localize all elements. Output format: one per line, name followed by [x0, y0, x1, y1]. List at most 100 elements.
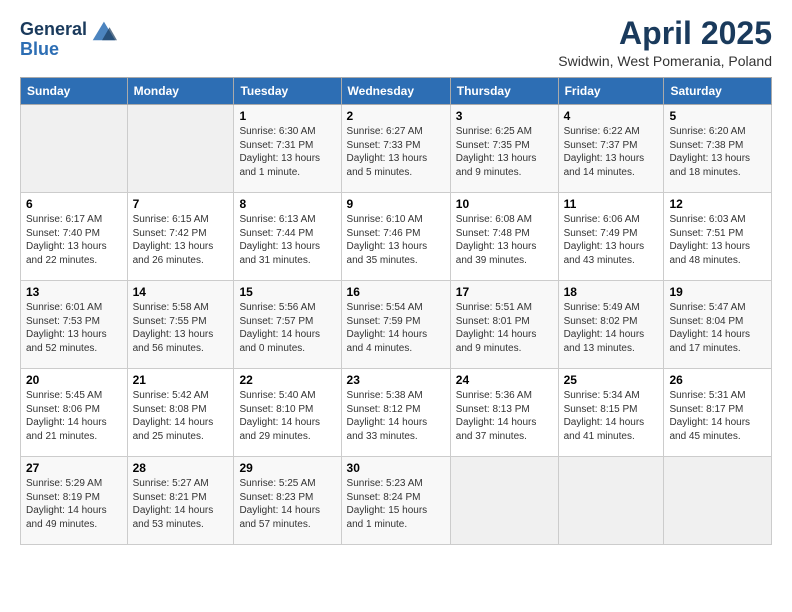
calendar-week-row: 20Sunrise: 5:45 AM Sunset: 8:06 PM Dayli…	[21, 369, 772, 457]
day-number: 1	[239, 109, 335, 123]
calendar-cell: 21 Sunrise: 5:42 AM Sunset: 8:08 PM Dayli…	[127, 369, 234, 457]
calendar-cell: 13 Sunrise: 6:01 AM Sunset: 7:53 PM Dayli…	[21, 281, 128, 369]
day-info: Sunrise: 5:25 AM Sunset: 8:23 PM Dayligh…	[239, 477, 335, 531]
weekday-header-tuesday: Tuesday	[234, 78, 341, 105]
day-number: 29	[239, 461, 335, 475]
weekday-header-monday: Monday	[127, 78, 234, 105]
day-info: Sunrise: 6:17 AM Sunset: 7:40 PM Dayligh…	[26, 213, 122, 267]
day-number: 19	[669, 285, 766, 299]
day-number: 4	[564, 109, 659, 123]
weekday-header-thursday: Thursday	[450, 78, 558, 105]
calendar-cell: 14 Sunrise: 5:58 AM Sunset: 7:55 PM Dayli…	[127, 281, 234, 369]
calendar-cell: 6Sunrise: 6:17 AM Sunset: 7:40 PM Daylig…	[21, 193, 128, 281]
day-info: Sunrise: 5:27 AM Sunset: 8:21 PM Dayligh…	[133, 477, 229, 531]
day-number: 21	[133, 373, 229, 387]
day-number: 11	[564, 197, 659, 211]
day-info: Sunrise: 6:27 AM Sunset: 7:33 PM Dayligh…	[347, 125, 445, 179]
day-info: Sunrise: 5:40 AM Sunset: 8:10 PM Dayligh…	[239, 389, 335, 443]
calendar-week-row: 27 Sunrise: 5:29 AM Sunset: 8:19 PM Dayli…	[21, 457, 772, 545]
calendar-cell	[21, 105, 128, 193]
calendar-cell: 4 Sunrise: 6:22 AM Sunset: 7:37 PM Daylig…	[558, 105, 664, 193]
day-number: 27	[26, 461, 122, 475]
day-info: Sunrise: 6:22 AM Sunset: 7:37 PM Dayligh…	[564, 125, 659, 179]
title-area: April 2025 Swidwin, West Pomerania, Pola…	[558, 16, 772, 69]
main-title: April 2025	[558, 16, 772, 51]
calendar-cell	[558, 457, 664, 545]
calendar-cell: 23 Sunrise: 5:38 AM Sunset: 8:12 PM Dayli…	[341, 369, 450, 457]
day-info: Sunrise: 6:01 AM Sunset: 7:53 PM Dayligh…	[26, 301, 122, 355]
calendar-cell: 29 Sunrise: 5:25 AM Sunset: 8:23 PM Dayli…	[234, 457, 341, 545]
calendar-cell: 11 Sunrise: 6:06 AM Sunset: 7:49 PM Dayli…	[558, 193, 664, 281]
logo-text: General	[20, 20, 87, 40]
calendar-cell: 16 Sunrise: 5:54 AM Sunset: 7:59 PM Dayli…	[341, 281, 450, 369]
day-info: Sunrise: 5:58 AM Sunset: 7:55 PM Dayligh…	[133, 301, 229, 355]
day-number: 28	[133, 461, 229, 475]
calendar-cell: 7Sunrise: 6:15 AM Sunset: 7:42 PM Daylig…	[127, 193, 234, 281]
day-info: Sunrise: 6:15 AM Sunset: 7:42 PM Dayligh…	[133, 213, 229, 267]
calendar-cell: 25Sunrise: 5:34 AM Sunset: 8:15 PM Dayli…	[558, 369, 664, 457]
day-info: Sunrise: 6:08 AM Sunset: 7:48 PM Dayligh…	[456, 213, 553, 267]
calendar-table: SundayMondayTuesdayWednesdayThursdayFrid…	[20, 77, 772, 545]
day-info: Sunrise: 5:29 AM Sunset: 8:19 PM Dayligh…	[26, 477, 122, 531]
logo-blue: Blue	[20, 40, 59, 60]
calendar-cell: 9Sunrise: 6:10 AM Sunset: 7:46 PM Daylig…	[341, 193, 450, 281]
day-number: 8	[239, 197, 335, 211]
calendar-cell: 2 Sunrise: 6:27 AM Sunset: 7:33 PM Daylig…	[341, 105, 450, 193]
calendar-cell: 10 Sunrise: 6:08 AM Sunset: 7:48 PM Dayli…	[450, 193, 558, 281]
calendar-week-row: 1 Sunrise: 6:30 AM Sunset: 7:31 PM Daylig…	[21, 105, 772, 193]
day-info: Sunrise: 6:20 AM Sunset: 7:38 PM Dayligh…	[669, 125, 766, 179]
calendar-cell: 17Sunrise: 5:51 AM Sunset: 8:01 PM Dayli…	[450, 281, 558, 369]
logo: General Blue	[20, 16, 117, 60]
day-number: 5	[669, 109, 766, 123]
day-number: 14	[133, 285, 229, 299]
weekday-header-row: SundayMondayTuesdayWednesdayThursdayFrid…	[21, 78, 772, 105]
calendar-cell: 20Sunrise: 5:45 AM Sunset: 8:06 PM Dayli…	[21, 369, 128, 457]
day-info: Sunrise: 5:51 AM Sunset: 8:01 PM Dayligh…	[456, 301, 553, 355]
calendar-cell: 5 Sunrise: 6:20 AM Sunset: 7:38 PM Daylig…	[664, 105, 772, 193]
day-info: Sunrise: 6:03 AM Sunset: 7:51 PM Dayligh…	[669, 213, 766, 267]
day-info: Sunrise: 5:49 AM Sunset: 8:02 PM Dayligh…	[564, 301, 659, 355]
calendar-cell	[664, 457, 772, 545]
day-info: Sunrise: 5:23 AM Sunset: 8:24 PM Dayligh…	[347, 477, 445, 531]
day-info: Sunrise: 6:13 AM Sunset: 7:44 PM Dayligh…	[239, 213, 335, 267]
day-number: 3	[456, 109, 553, 123]
calendar-cell: 3 Sunrise: 6:25 AM Sunset: 7:35 PM Daylig…	[450, 105, 558, 193]
calendar-cell: 28 Sunrise: 5:27 AM Sunset: 8:21 PM Dayli…	[127, 457, 234, 545]
day-info: Sunrise: 6:06 AM Sunset: 7:49 PM Dayligh…	[564, 213, 659, 267]
day-info: Sunrise: 6:25 AM Sunset: 7:35 PM Dayligh…	[456, 125, 553, 179]
day-info: Sunrise: 5:38 AM Sunset: 8:12 PM Dayligh…	[347, 389, 445, 443]
calendar-cell: 19 Sunrise: 5:47 AM Sunset: 8:04 PM Dayli…	[664, 281, 772, 369]
calendar-week-row: 6Sunrise: 6:17 AM Sunset: 7:40 PM Daylig…	[21, 193, 772, 281]
calendar-cell: 8 Sunrise: 6:13 AM Sunset: 7:44 PM Daylig…	[234, 193, 341, 281]
calendar-cell: 18 Sunrise: 5:49 AM Sunset: 8:02 PM Dayli…	[558, 281, 664, 369]
calendar-cell: 30Sunrise: 5:23 AM Sunset: 8:24 PM Dayli…	[341, 457, 450, 545]
calendar-cell	[127, 105, 234, 193]
day-number: 18	[564, 285, 659, 299]
weekday-header-friday: Friday	[558, 78, 664, 105]
day-number: 13	[26, 285, 122, 299]
day-number: 9	[347, 197, 445, 211]
day-number: 24	[456, 373, 553, 387]
day-number: 22	[239, 373, 335, 387]
day-info: Sunrise: 5:54 AM Sunset: 7:59 PM Dayligh…	[347, 301, 445, 355]
day-number: 20	[26, 373, 122, 387]
day-number: 2	[347, 109, 445, 123]
day-info: Sunrise: 5:47 AM Sunset: 8:04 PM Dayligh…	[669, 301, 766, 355]
day-number: 12	[669, 197, 766, 211]
day-info: Sunrise: 5:36 AM Sunset: 8:13 PM Dayligh…	[456, 389, 553, 443]
day-number: 16	[347, 285, 445, 299]
calendar-cell	[450, 457, 558, 545]
calendar-cell: 22 Sunrise: 5:40 AM Sunset: 8:10 PM Dayli…	[234, 369, 341, 457]
weekday-header-saturday: Saturday	[664, 78, 772, 105]
calendar-cell: 27 Sunrise: 5:29 AM Sunset: 8:19 PM Dayli…	[21, 457, 128, 545]
day-info: Sunrise: 5:34 AM Sunset: 8:15 PM Dayligh…	[564, 389, 659, 443]
day-number: 26	[669, 373, 766, 387]
logo-icon	[89, 16, 117, 44]
day-info: Sunrise: 5:42 AM Sunset: 8:08 PM Dayligh…	[133, 389, 229, 443]
day-info: Sunrise: 5:31 AM Sunset: 8:17 PM Dayligh…	[669, 389, 766, 443]
day-number: 23	[347, 373, 445, 387]
day-info: Sunrise: 6:30 AM Sunset: 7:31 PM Dayligh…	[239, 125, 335, 179]
page-header: General Blue April 2025 Swidwin, West Po…	[20, 16, 772, 69]
day-number: 10	[456, 197, 553, 211]
day-number: 15	[239, 285, 335, 299]
